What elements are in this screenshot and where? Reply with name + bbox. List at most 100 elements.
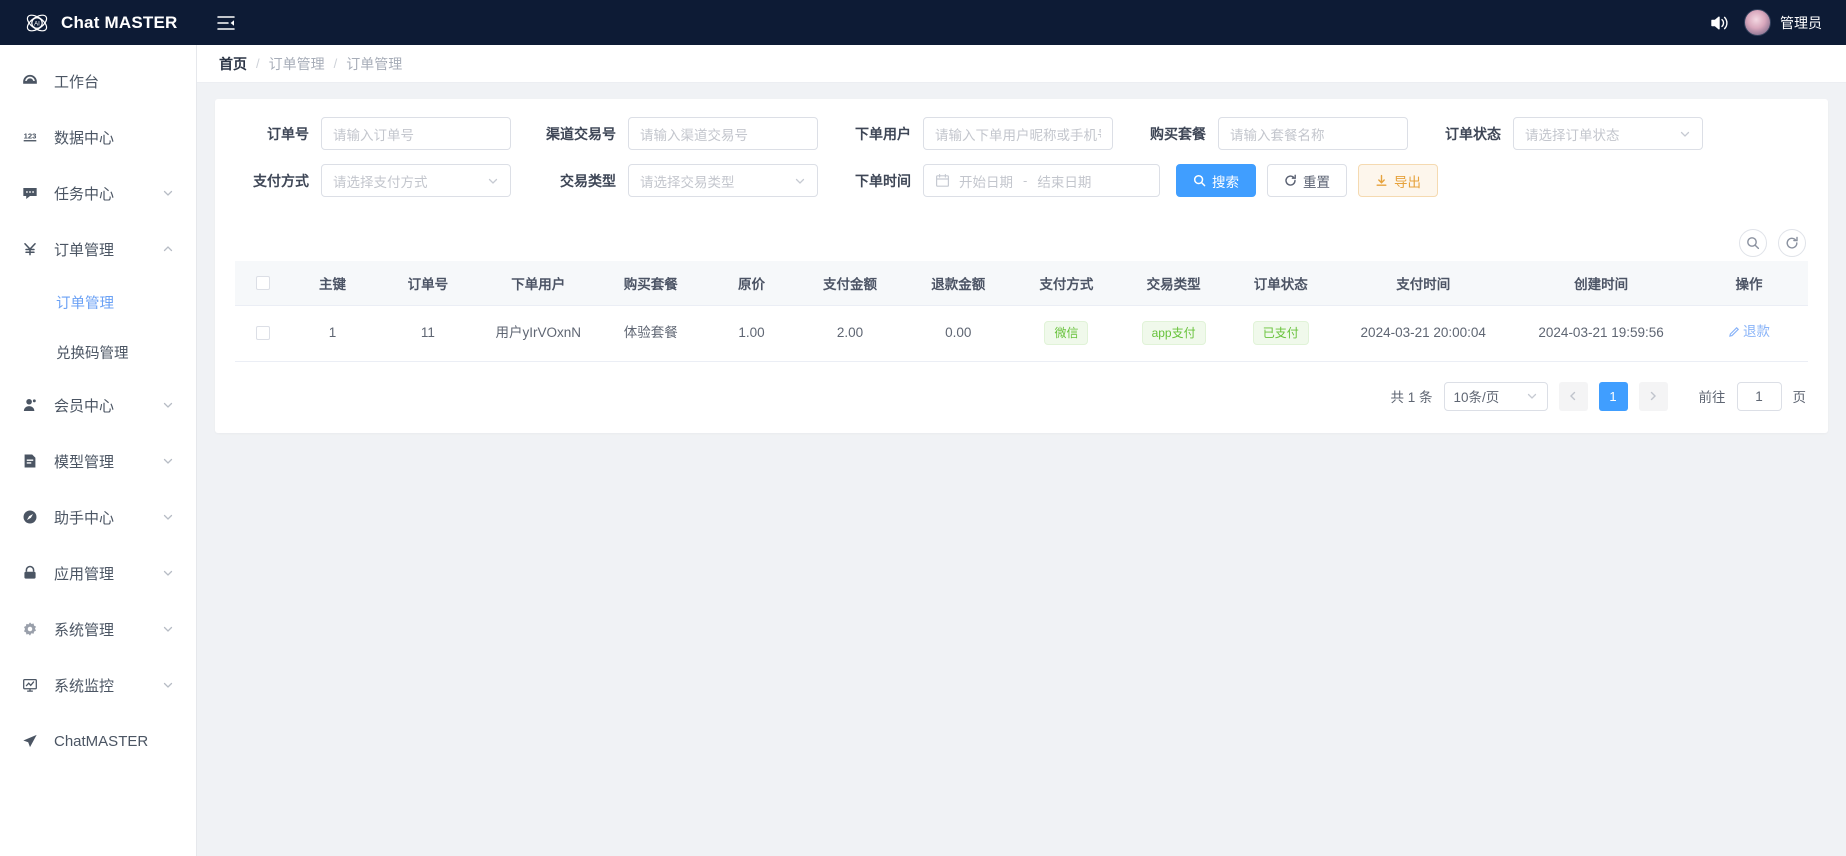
sidebar-item-member-center[interactable]: 会员中心 [0,377,196,433]
select-all-checkbox[interactable] [255,276,270,291]
sidebar-item-label: 应用管理 [54,565,115,583]
refund-action-button[interactable]: 退款 [1728,322,1770,342]
calendar-icon [935,173,950,188]
cell-original-price: 1.00 [706,305,797,362]
placeholder-text: 请输入下单用户昵称或手机号 [935,127,1101,143]
sidebar-item-label: 模型管理 [54,453,115,471]
order-no-input[interactable]: 请输入订单号 [321,117,511,150]
filter-field-order-no: 订单号 请输入订单号 [235,117,511,150]
sidebar-subitem-label: 订单管理 [56,295,114,312]
search-toggle-icon[interactable] [1739,229,1767,257]
chevron-down-icon [162,399,174,411]
package-input[interactable]: 请输入套餐名称 [1218,117,1408,150]
chevron-down-icon [162,187,174,199]
pagination: 共 1 条 10条/页 1 前往 1 页 [215,362,1828,433]
col-header-action: 操作 [1690,261,1808,306]
breadcrumb-item-home[interactable]: 首页 [219,54,247,74]
refund-action-label: 退款 [1743,323,1770,339]
sidebar-item-label: ChatMASTER [54,732,149,750]
sidebar-item-system-monitor[interactable]: 系统监控 [0,657,196,713]
order-status-select[interactable]: 请选择订单状态 [1513,117,1703,150]
sidebar-item-data-center[interactable]: 123 数据中心 [0,109,196,165]
chevron-down-icon [162,623,174,635]
header-right-tools: 管理员 [1708,9,1846,36]
user-menu[interactable]: 管理员 [1744,9,1822,36]
main-content-area: 首页 / 订单管理 / 订单管理 订单号 请输入订单号 渠道交易号 请输入渠道交… [197,45,1846,856]
sidebar-subitem-label: 兑换码管理 [56,345,129,362]
table-row[interactable]: 1 11 用户yIrVOxnN 体验套餐 1.00 2.00 0.00 微信 a… [235,305,1808,362]
filter-row-1: 订单号 请输入订单号 渠道交易号 请输入渠道交易号 下单用户 请输入下单用户昵称… [235,117,1808,150]
sidebar-item-order-management[interactable]: 订单管理 [0,221,196,277]
menu-collapse-icon[interactable] [209,6,243,40]
dashboard-icon [20,72,40,90]
channel-trade-no-input[interactable]: 请输入渠道交易号 [628,117,818,150]
cell-user: 用户yIrVOxnN [481,305,596,362]
filter-label: 支付方式 [253,172,309,189]
sidebar-subitem-redeem-code[interactable]: 兑换码管理 [0,327,196,377]
table-toolbar [215,221,1828,261]
cell-create-time: 2024-03-21 19:59:56 [1512,305,1691,362]
sidebar-item-workbench[interactable]: 工作台 [0,53,196,109]
user-name-label: 管理员 [1780,14,1822,31]
order-user-input[interactable]: 请输入下单用户昵称或手机号 [923,117,1113,150]
breadcrumb-item-order-group[interactable]: 订单管理 [269,54,325,74]
document-icon [20,452,40,470]
col-header-id: 主键 [290,261,375,306]
col-header-refund-amount: 退款金额 [903,261,1013,306]
filter-field-order-user: 下单用户 请输入下单用户昵称或手机号 [843,117,1113,150]
order-status-tag: 已支付 [1252,321,1309,345]
chevron-right-icon [1647,390,1659,402]
download-icon [1375,174,1388,187]
refresh-icon [1284,174,1297,187]
sidebar-item-model-management[interactable]: 模型管理 [0,433,196,489]
goto-page-input[interactable]: 1 [1736,381,1782,411]
export-button-label: 导出 [1394,174,1421,190]
trade-type-select[interactable]: 请选择交易类型 [628,164,818,197]
breadcrumb-item-order-management: 订单管理 [346,55,403,72]
yuan-currency-icon [20,240,40,258]
cell-paid-amount: 2.00 [796,305,904,362]
monitor-chart-icon [20,676,40,694]
sidebar-item-label: 系统监控 [54,677,115,695]
sidebar-item-chatmaster[interactable]: ChatMASTER [0,713,196,769]
col-header-paid-amount: 支付金额 [796,261,904,306]
chevron-down-icon [162,567,174,579]
filter-label: 下单用户 [855,125,911,142]
compass-icon [20,508,40,526]
sidebar-item-system-management[interactable]: 系统管理 [0,601,196,657]
sidebar-item-assistant-center[interactable]: 助手中心 [0,489,196,545]
sidebar-item-label: 系统管理 [54,621,115,639]
sidebar-item-app-management[interactable]: 应用管理 [0,545,196,601]
filter-label: 订单号 [267,125,309,142]
order-time-daterange-picker[interactable]: 开始日期 - 结束日期 [923,164,1160,197]
page-number-1[interactable]: 1 [1598,381,1628,411]
user-member-icon [20,396,40,414]
cell-id: 1 [290,305,375,362]
chevron-down-icon [794,175,806,187]
refresh-table-icon[interactable] [1778,229,1806,257]
chevron-down-icon [162,679,174,691]
prev-page-button[interactable] [1558,381,1588,411]
filter-field-order-time: 下单时间 开始日期 - 结束日期 [843,164,1160,197]
page-size-label: 10条/页 [1453,390,1500,405]
cell-trade-type: app支付 [1120,305,1228,362]
breadcrumb-separator: / [256,56,260,71]
page-size-select[interactable]: 10条/页 [1443,381,1548,411]
sidebar-item-task-center[interactable]: 任务中心 [0,165,196,221]
sound-on-icon[interactable] [1708,12,1730,34]
sidebar-subitem-order-management[interactable]: 订单管理 [0,277,196,327]
row-checkbox[interactable] [255,326,270,341]
pay-method-select[interactable]: 请选择支付方式 [321,164,511,197]
placeholder-text: 请输入套餐名称 [1230,127,1325,143]
next-page-button[interactable] [1638,381,1668,411]
sidebar-item-label: 工作台 [54,73,100,91]
col-header-trade-type: 交易类型 [1120,261,1228,306]
col-header-create-time: 创建时间 [1512,261,1691,306]
reset-button[interactable]: 重置 [1267,164,1347,197]
reset-button-label: 重置 [1303,174,1330,190]
filter-form: 订单号 请输入订单号 渠道交易号 请输入渠道交易号 下单用户 请输入下单用户昵称… [215,99,1828,221]
search-button[interactable]: 搜索 [1176,164,1256,197]
export-button[interactable]: 导出 [1358,164,1438,197]
sidebar-item-label: 任务中心 [54,185,115,203]
search-button-label: 搜索 [1212,174,1239,190]
